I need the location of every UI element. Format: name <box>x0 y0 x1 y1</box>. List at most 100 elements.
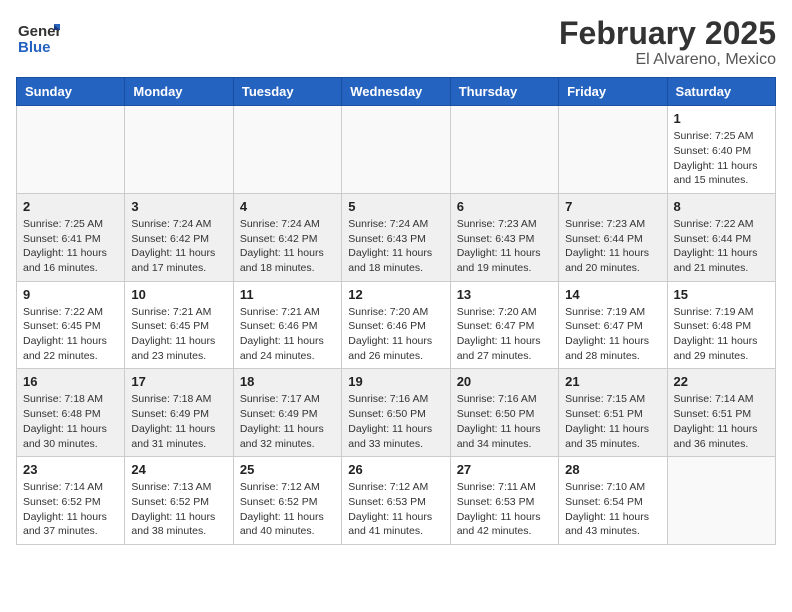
day-info: Sunrise: 7:20 AMSunset: 6:47 PMDaylight:… <box>457 305 552 364</box>
day-number: 25 <box>240 462 335 477</box>
day-info: Sunrise: 7:19 AMSunset: 6:47 PMDaylight:… <box>565 305 660 364</box>
day-info: Sunrise: 7:12 AMSunset: 6:52 PMDaylight:… <box>240 480 335 539</box>
day-info: Sunrise: 7:11 AMSunset: 6:53 PMDaylight:… <box>457 480 552 539</box>
day-number: 28 <box>565 462 660 477</box>
day-number: 19 <box>348 374 443 389</box>
calendar-cell: 26 Sunrise: 7:12 AMSunset: 6:53 PMDayligh… <box>342 457 450 545</box>
day-info: Sunrise: 7:16 AMSunset: 6:50 PMDaylight:… <box>457 392 552 451</box>
day-info: Sunrise: 7:14 AMSunset: 6:52 PMDaylight:… <box>23 480 118 539</box>
day-number: 24 <box>131 462 226 477</box>
calendar-cell <box>17 106 125 194</box>
day-number: 12 <box>348 287 443 302</box>
logo-graphic: General Blue <box>16 16 60 65</box>
calendar-cell: 6 Sunrise: 7:23 AMSunset: 6:43 PMDaylight… <box>450 193 558 281</box>
weekday-header-sunday: Sunday <box>17 78 125 106</box>
day-info: Sunrise: 7:24 AMSunset: 6:43 PMDaylight:… <box>348 217 443 276</box>
calendar-cell <box>667 457 775 545</box>
day-number: 8 <box>674 199 769 214</box>
calendar-cell: 27 Sunrise: 7:11 AMSunset: 6:53 PMDayligh… <box>450 457 558 545</box>
calendar-cell: 14 Sunrise: 7:19 AMSunset: 6:47 PMDayligh… <box>559 281 667 369</box>
calendar-cell <box>342 106 450 194</box>
calendar-cell: 18Sunrise: 7:17 AMSunset: 6:49 PMDayligh… <box>233 369 341 457</box>
day-number: 1 <box>674 111 769 126</box>
day-info: Sunrise: 7:22 AMSunset: 6:45 PMDaylight:… <box>23 305 118 364</box>
day-number: 13 <box>457 287 552 302</box>
day-number: 2 <box>23 199 118 214</box>
day-info: Sunrise: 7:18 AMSunset: 6:49 PMDaylight:… <box>131 392 226 451</box>
day-number: 26 <box>348 462 443 477</box>
day-info: Sunrise: 7:15 AMSunset: 6:51 PMDaylight:… <box>565 392 660 451</box>
day-number: 17 <box>131 374 226 389</box>
weekday-header-saturday: Saturday <box>667 78 775 106</box>
location-title: El Alvareno, Mexico <box>559 51 776 69</box>
day-info: Sunrise: 7:23 AMSunset: 6:43 PMDaylight:… <box>457 217 552 276</box>
calendar-week-row: 1Sunrise: 7:25 AMSunset: 6:40 PMDaylight… <box>17 106 776 194</box>
calendar-cell: 17 Sunrise: 7:18 AMSunset: 6:49 PMDayligh… <box>125 369 233 457</box>
calendar-cell: 1Sunrise: 7:25 AMSunset: 6:40 PMDaylight… <box>667 106 775 194</box>
weekday-header-wednesday: Wednesday <box>342 78 450 106</box>
day-info: Sunrise: 7:21 AMSunset: 6:45 PMDaylight:… <box>131 305 226 364</box>
calendar-cell: 23 Sunrise: 7:14 AMSunset: 6:52 PMDayligh… <box>17 457 125 545</box>
day-info: Sunrise: 7:16 AMSunset: 6:50 PMDaylight:… <box>348 392 443 451</box>
logo: General Blue <box>16 16 60 65</box>
weekday-header-thursday: Thursday <box>450 78 558 106</box>
title-block: February 2025 El Alvareno, Mexico <box>559 16 776 69</box>
day-info: Sunrise: 7:24 AMSunset: 6:42 PMDaylight:… <box>131 217 226 276</box>
day-info: Sunrise: 7:23 AMSunset: 6:44 PMDaylight:… <box>565 217 660 276</box>
day-number: 11 <box>240 287 335 302</box>
calendar-week-row: 16 Sunrise: 7:18 AMSunset: 6:48 PMDayligh… <box>17 369 776 457</box>
day-number: 10 <box>131 287 226 302</box>
day-info: Sunrise: 7:13 AMSunset: 6:52 PMDaylight:… <box>131 480 226 539</box>
calendar-cell <box>233 106 341 194</box>
calendar-cell: 20 Sunrise: 7:16 AMSunset: 6:50 PMDayligh… <box>450 369 558 457</box>
calendar-cell: 7 Sunrise: 7:23 AMSunset: 6:44 PMDaylight… <box>559 193 667 281</box>
calendar-cell: 10 Sunrise: 7:21 AMSunset: 6:45 PMDayligh… <box>125 281 233 369</box>
calendar-cell: 19 Sunrise: 7:16 AMSunset: 6:50 PMDayligh… <box>342 369 450 457</box>
calendar-cell: 28 Sunrise: 7:10 AMSunset: 6:54 PMDayligh… <box>559 457 667 545</box>
calendar-cell: 13 Sunrise: 7:20 AMSunset: 6:47 PMDayligh… <box>450 281 558 369</box>
calendar-cell <box>559 106 667 194</box>
calendar-week-row: 2Sunrise: 7:25 AMSunset: 6:41 PMDaylight… <box>17 193 776 281</box>
day-info: Sunrise: 7:22 AMSunset: 6:44 PMDaylight:… <box>674 217 769 276</box>
day-info: Sunrise: 7:21 AMSunset: 6:46 PMDaylight:… <box>240 305 335 364</box>
calendar-cell: 8 Sunrise: 7:22 AMSunset: 6:44 PMDaylight… <box>667 193 775 281</box>
calendar-cell: 15 Sunrise: 7:19 AMSunset: 6:48 PMDayligh… <box>667 281 775 369</box>
day-number: 27 <box>457 462 552 477</box>
day-info: Sunrise: 7:14 AMSunset: 6:51 PMDaylight:… <box>674 392 769 451</box>
calendar-cell: 25 Sunrise: 7:12 AMSunset: 6:52 PMDayligh… <box>233 457 341 545</box>
svg-text:General: General <box>18 23 60 40</box>
day-number: 3 <box>131 199 226 214</box>
weekday-header-monday: Monday <box>125 78 233 106</box>
day-info: Sunrise: 7:10 AMSunset: 6:54 PMDaylight:… <box>565 480 660 539</box>
day-number: 21 <box>565 374 660 389</box>
calendar-cell: 9Sunrise: 7:22 AMSunset: 6:45 PMDaylight… <box>17 281 125 369</box>
weekday-header-tuesday: Tuesday <box>233 78 341 106</box>
calendar-header-row: SundayMondayTuesdayWednesdayThursdayFrid… <box>17 78 776 106</box>
calendar-cell: 4Sunrise: 7:24 AMSunset: 6:42 PMDaylight… <box>233 193 341 281</box>
day-number: 6 <box>457 199 552 214</box>
calendar-cell: 5 Sunrise: 7:24 AMSunset: 6:43 PMDaylight… <box>342 193 450 281</box>
day-number: 15 <box>674 287 769 302</box>
day-number: 7 <box>565 199 660 214</box>
page-header: General Blue February 2025 El Alvareno, … <box>16 16 776 69</box>
day-number: 20 <box>457 374 552 389</box>
calendar-table: SundayMondayTuesdayWednesdayThursdayFrid… <box>16 77 776 545</box>
day-number: 22 <box>674 374 769 389</box>
month-title: February 2025 <box>559 16 776 51</box>
calendar-cell: 3 Sunrise: 7:24 AMSunset: 6:42 PMDaylight… <box>125 193 233 281</box>
day-info: Sunrise: 7:19 AMSunset: 6:48 PMDaylight:… <box>674 305 769 364</box>
day-number: 16 <box>23 374 118 389</box>
calendar-cell: 21 Sunrise: 7:15 AMSunset: 6:51 PMDayligh… <box>559 369 667 457</box>
day-info: Sunrise: 7:12 AMSunset: 6:53 PMDaylight:… <box>348 480 443 539</box>
day-info: Sunrise: 7:20 AMSunset: 6:46 PMDaylight:… <box>348 305 443 364</box>
day-info: Sunrise: 7:18 AMSunset: 6:48 PMDaylight:… <box>23 392 118 451</box>
day-number: 5 <box>348 199 443 214</box>
day-number: 23 <box>23 462 118 477</box>
day-info: Sunrise: 7:24 AMSunset: 6:42 PMDaylight:… <box>240 217 335 276</box>
weekday-header-friday: Friday <box>559 78 667 106</box>
calendar-week-row: 9Sunrise: 7:22 AMSunset: 6:45 PMDaylight… <box>17 281 776 369</box>
day-number: 14 <box>565 287 660 302</box>
calendar-cell: 22 Sunrise: 7:14 AMSunset: 6:51 PMDayligh… <box>667 369 775 457</box>
svg-text:Blue: Blue <box>18 39 51 56</box>
day-number: 18 <box>240 374 335 389</box>
